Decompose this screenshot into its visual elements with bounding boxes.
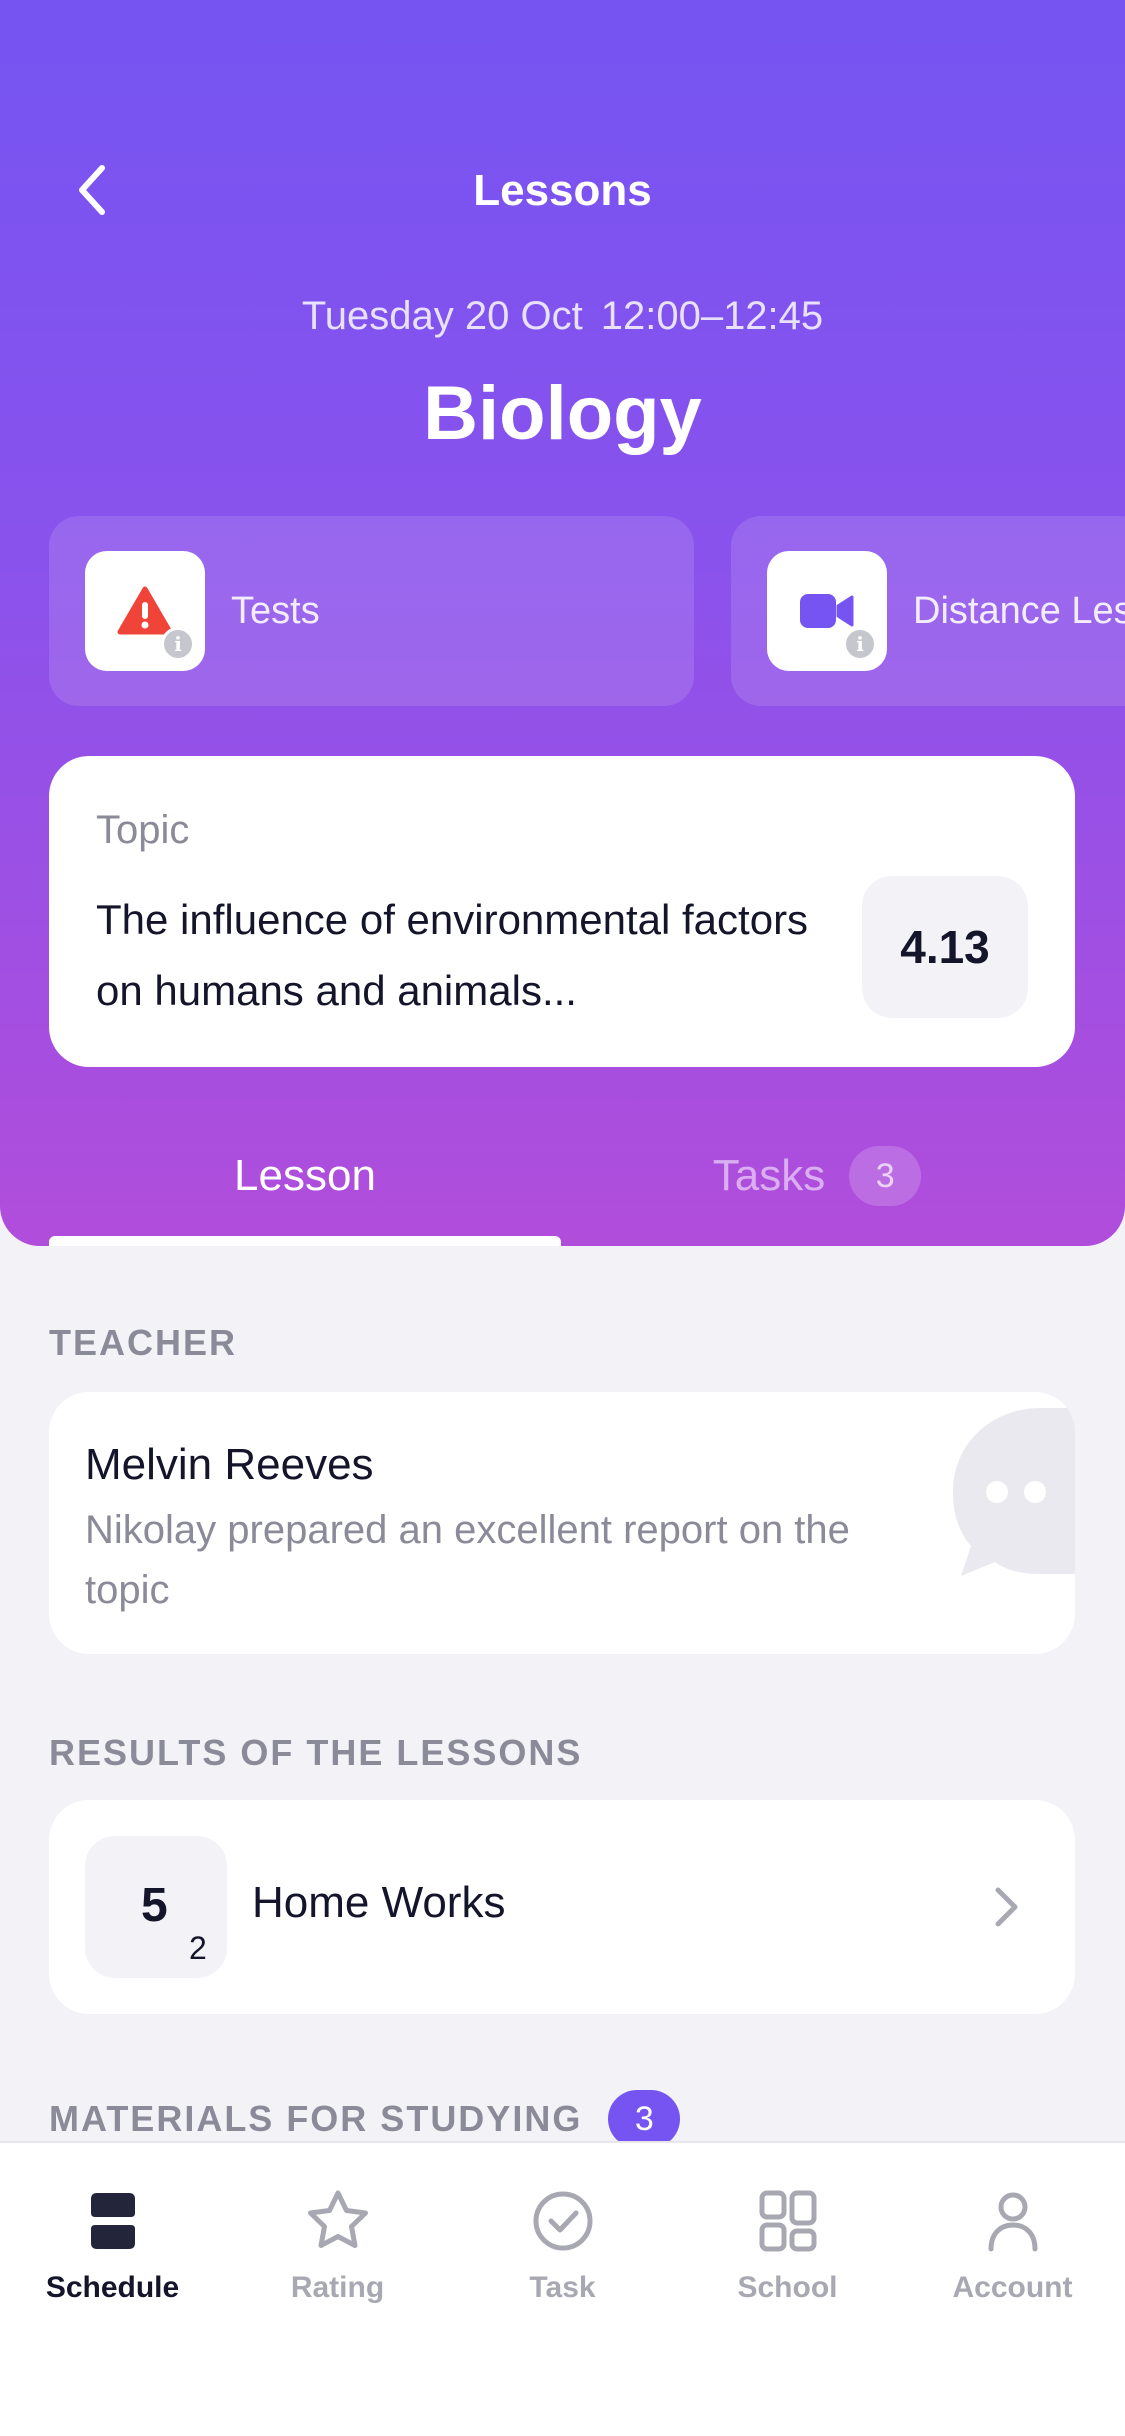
distance-lesson-chip[interactable]: i Distance Lesson: [731, 516, 1125, 706]
bottom-tab-bar: Schedule Rating Task School Account: [0, 2141, 1125, 2436]
lesson-datetime: Tuesday 20 Oct 12:00–12:45: [0, 294, 1125, 339]
tab-lesson[interactable]: Lesson: [49, 1146, 561, 1206]
tasks-count-badge: 3: [849, 1146, 922, 1206]
schedule-icon: [90, 2193, 135, 2249]
grade-box: 5 2: [85, 1836, 227, 1978]
tabbar-school-label: School: [737, 2271, 838, 2304]
materials-section-title: MATERIALS FOR STUDYING: [49, 2098, 583, 2139]
video-camera-icon: [800, 594, 854, 628]
tabbar-task[interactable]: Task: [450, 2185, 675, 2315]
home-works-row[interactable]: 5 2 Home Works: [49, 1800, 1075, 2014]
subject-title: Biology: [423, 371, 702, 456]
tabbar-schedule[interactable]: Schedule: [0, 2185, 225, 2315]
tabbar-account[interactable]: Account: [900, 2185, 1125, 2315]
active-tab-indicator: [49, 1236, 561, 1246]
distance-icon-tile: i: [767, 551, 887, 671]
lesson-date: Tuesday 20 Oct: [301, 294, 583, 338]
topic-text: The influence of environmental factors o…: [96, 896, 809, 1014]
home-works-title: Home Works: [252, 1878, 506, 1927]
distance-chip-label: Distance Lesson: [913, 589, 1125, 632]
lesson-header: Lessons Tuesday 20 Oct 12:00–12:45 Biolog…: [0, 0, 1125, 1246]
topic-label: Topic: [96, 808, 190, 852]
tab-lesson-label: Lesson: [234, 1151, 376, 1200]
info-icon: i: [161, 627, 195, 661]
teacher-section-label: TEACHER: [49, 1322, 238, 1363]
grade-value: 5: [141, 1879, 168, 1932]
teacher-comment: Nikolay prepared an excellent report on …: [85, 1508, 850, 1612]
grid-icon: [759, 2190, 816, 2252]
results-section-label: RESULTS OF THE LESSONS: [49, 1732, 583, 1773]
tests-chip-label: Tests: [231, 589, 320, 632]
grade-count: 2: [189, 1930, 207, 1966]
star-icon: [307, 2190, 368, 2248]
info-icon: i: [843, 627, 877, 661]
tabbar-account-label: Account: [952, 2271, 1073, 2304]
tab-tasks[interactable]: Tasks 3: [561, 1146, 1073, 1206]
tab-tasks-label: Tasks: [712, 1151, 826, 1200]
tabbar-task-label: Task: [529, 2271, 596, 2304]
tabbar-schedule-label: Schedule: [45, 2271, 180, 2304]
teacher-card[interactable]: Melvin Reeves Nikolay prepared an excell…: [49, 1392, 1075, 1654]
chat-bubble-icon: [953, 1408, 1075, 1576]
warning-icon: [117, 586, 173, 635]
materials-section-label: MATERIALS FOR STUDYING 3: [49, 2090, 681, 2148]
page-title: Lessons: [473, 166, 652, 215]
tabbar-rating[interactable]: Rating: [225, 2185, 450, 2315]
topic-card[interactable]: Topic The influence of environmental fac…: [49, 756, 1075, 1067]
check-circle-icon: [533, 2191, 592, 2251]
chevron-right-icon: [995, 1887, 1018, 1927]
tests-chip[interactable]: i Tests: [49, 516, 694, 706]
topic-score: 4.13: [862, 876, 1028, 1018]
tabbar-rating-label: Rating: [290, 2271, 385, 2304]
tests-icon-tile: i: [85, 551, 205, 671]
tabbar-school[interactable]: School: [675, 2185, 900, 2315]
lesson-time: 12:00–12:45: [600, 294, 824, 338]
person-icon: [988, 2192, 1037, 2252]
teacher-name: Melvin Reeves: [85, 1440, 374, 1489]
materials-count-badge: 3: [608, 2090, 681, 2148]
